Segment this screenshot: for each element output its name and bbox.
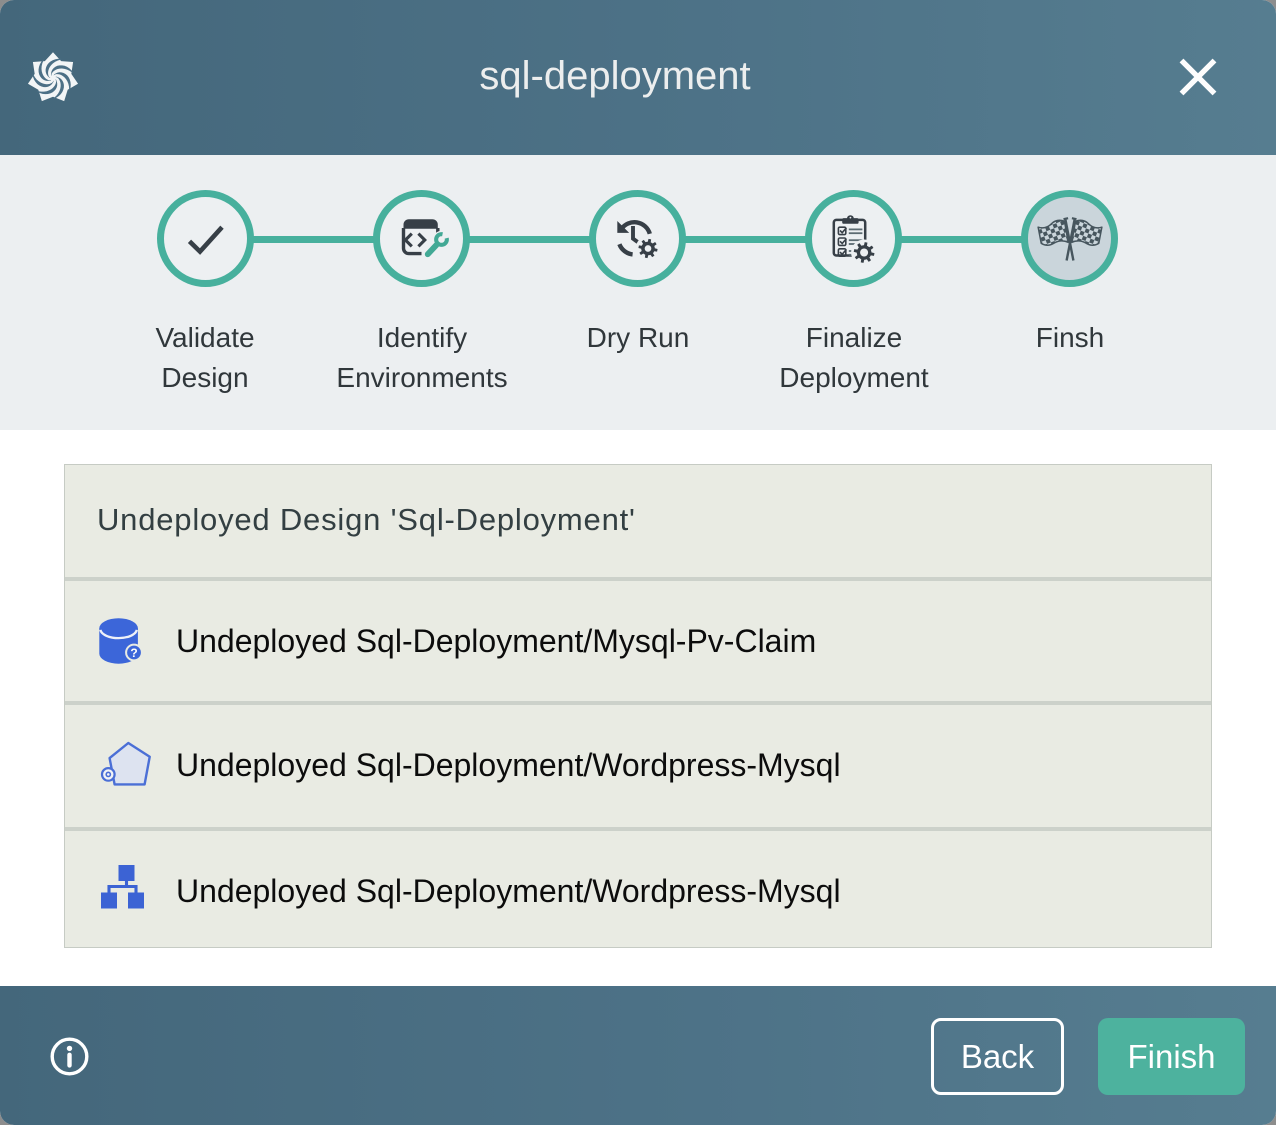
svg-text:?: ? [130, 646, 137, 660]
